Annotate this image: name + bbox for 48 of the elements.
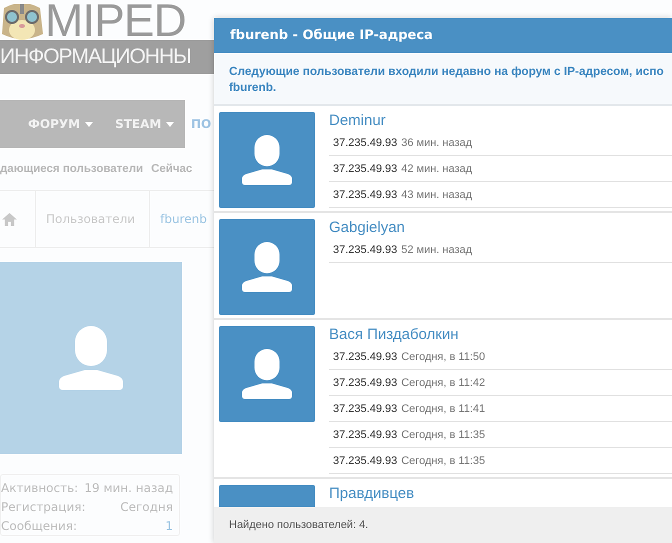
dialog-title: fburenb - Общие IP-адреса [230, 28, 433, 43]
user-icon [242, 242, 292, 292]
stat-label: Сообщения: [1, 518, 78, 532]
username-link[interactable]: Правдивцев [329, 485, 672, 503]
user-icon [242, 349, 292, 399]
caret-icon [85, 122, 94, 126]
intro-text: Следующие пользователи входили недавно на форум с IP-адресом, испо fburenb. [229, 62, 664, 94]
ip-address: 37.235.49.93 [333, 428, 398, 440]
visit-time: 36 мин. назад [401, 136, 472, 148]
username-link[interactable]: Вася Пиздаболкин [329, 326, 672, 344]
visit-time: Сегодня, в 11:35 [401, 428, 486, 440]
user-icon [242, 135, 292, 185]
nav-menu-item[interactable]: ФОРУМ [28, 117, 94, 131]
visit-time: Сегодня, в 11:50 [401, 350, 486, 362]
visit-time: Сегодня, в 11:35 [401, 454, 486, 466]
nav-menu-item[interactable]: STEAM [115, 117, 174, 131]
found-count: Найдено пользователей: 4. [229, 519, 368, 531]
username-link[interactable]: Deminur [329, 112, 672, 130]
ip-address: 37.235.49.93 [333, 402, 398, 414]
stat-value: Сегодня [120, 500, 173, 514]
ip-address: 37.235.49.93 [333, 454, 398, 466]
user-icon [59, 326, 123, 390]
subnav-link[interactable]: дающиеся пользователи [0, 163, 144, 175]
site-logo[interactable]: MIPED [45, 0, 186, 40]
stat-value[interactable]: 1 [165, 518, 173, 532]
visit-time: 43 мин. назад [401, 188, 472, 200]
user-avatar[interactable] [219, 219, 315, 315]
username-link[interactable]: Gabgielyan [329, 219, 672, 237]
caret-icon [166, 122, 174, 126]
visit-time: 42 мин. назад [401, 162, 472, 174]
visit-time: Сегодня, в 11:42 [401, 376, 486, 388]
user-avatar[interactable] [219, 112, 315, 208]
visit-time: 52 мин. назад [401, 244, 472, 256]
stat-value: 19 мин. назад [84, 480, 173, 494]
ip-address: 37.235.49.93 [333, 188, 398, 200]
visit-time: Сегодня, в 11:41 [401, 402, 486, 414]
ip-address: 37.235.49.93 [333, 376, 398, 388]
ip-address: 37.235.49.93 [333, 136, 398, 148]
stat-label: Активность: [1, 480, 78, 494]
ip-address: 37.235.49.93 [333, 162, 398, 174]
ip-address: 37.235.49.93 [333, 350, 398, 362]
stat-label: Регистрация: [1, 500, 86, 514]
tagline-banner: ИНФОРМАЦИОННЫ [0, 40, 214, 74]
ip-address: 37.235.49.93 [333, 244, 398, 256]
user-avatar[interactable] [219, 326, 315, 422]
subnav-link[interactable]: Сейчас [151, 163, 192, 175]
mascot-drawing [0, 4, 45, 40]
nav-link[interactable]: ПО [191, 117, 212, 131]
